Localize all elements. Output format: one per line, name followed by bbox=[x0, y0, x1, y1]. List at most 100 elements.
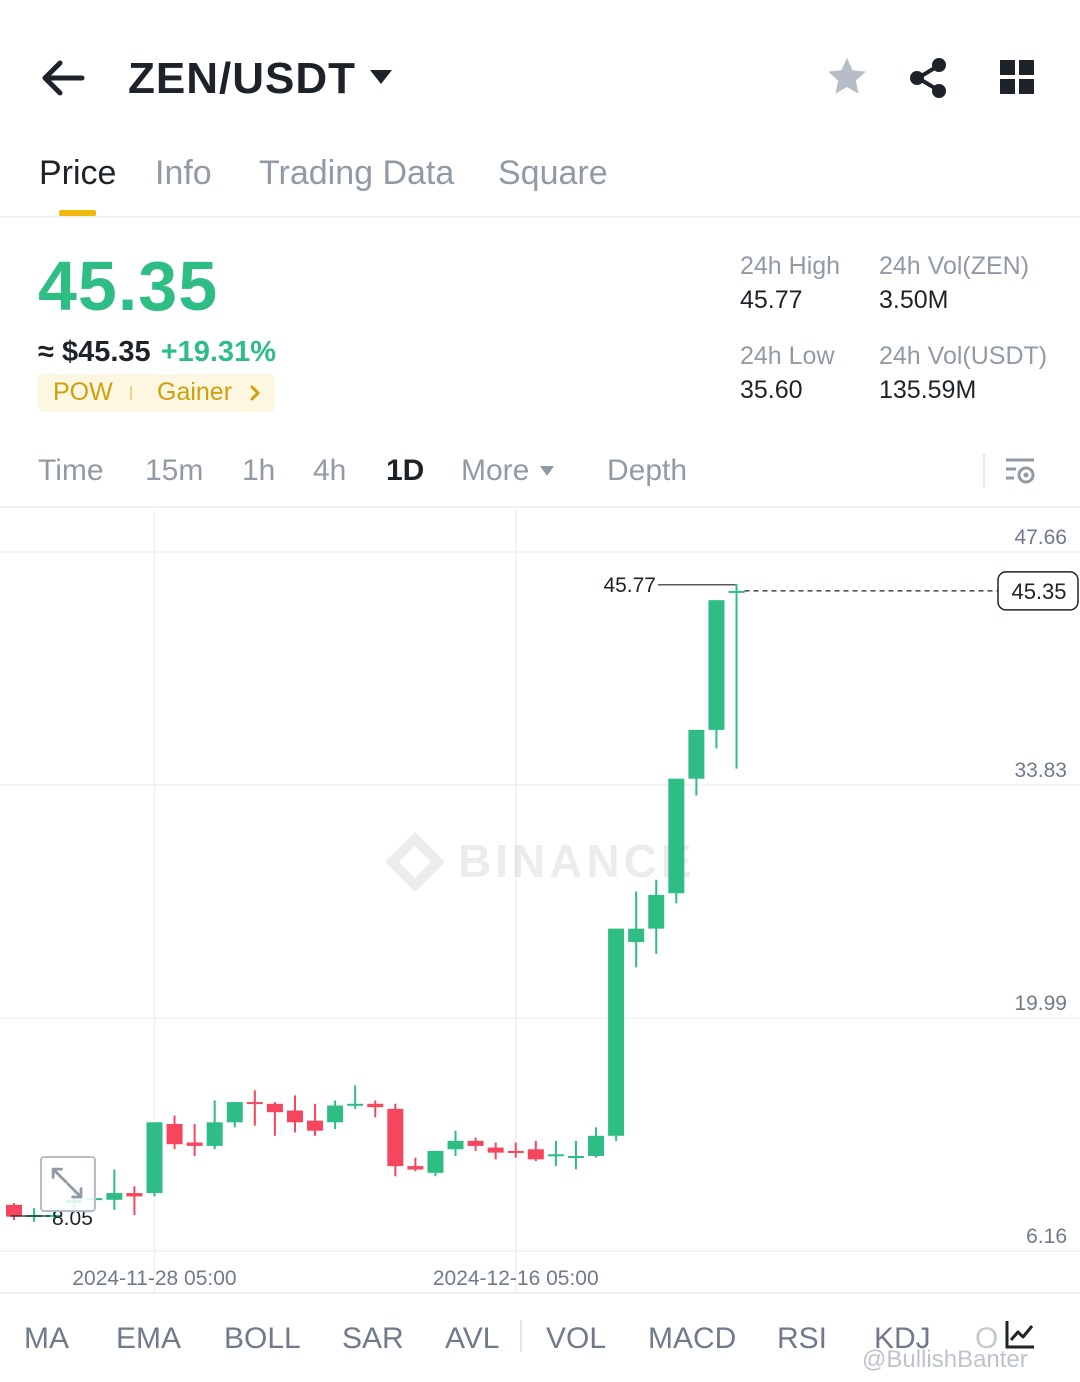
binance-logo-icon bbox=[385, 832, 445, 892]
pair-title[interactable]: ZEN/USDT bbox=[128, 54, 356, 104]
candle-body bbox=[507, 1150, 524, 1153]
candle-body bbox=[628, 928, 645, 943]
expand-chart-button[interactable] bbox=[40, 1156, 96, 1212]
caret-down-icon[interactable] bbox=[368, 66, 394, 88]
candle-body bbox=[527, 1149, 544, 1160]
tag-gainer[interactable]: Gainer bbox=[157, 378, 232, 407]
candle-body bbox=[427, 1150, 444, 1173]
top-bar: ZEN/USDT bbox=[0, 0, 1080, 150]
interval-1d[interactable]: 1D bbox=[386, 454, 424, 488]
candle-body bbox=[266, 1103, 283, 1113]
vol-base-value: 3.50M bbox=[879, 286, 949, 314]
candle-body bbox=[688, 729, 705, 779]
vol-quote-label: 24h Vol(USDT) bbox=[879, 342, 1048, 370]
candle-body bbox=[166, 1124, 183, 1145]
candle-body bbox=[567, 1156, 584, 1159]
candle-body bbox=[547, 1154, 564, 1157]
candle-body bbox=[447, 1140, 464, 1150]
candle-body bbox=[6, 1204, 22, 1217]
chart-canvas[interactable]: 2024-11-28 05:00 2024-12-16 05:00 47.66 33.… bbox=[0, 510, 1080, 1292]
last-price: 45.35 bbox=[38, 247, 219, 325]
main-tabs: Price Info Trading Data Square bbox=[0, 148, 1080, 218]
indicator-divider bbox=[520, 1320, 522, 1352]
share-icon[interactable] bbox=[906, 56, 950, 100]
candle-body bbox=[648, 894, 665, 929]
grid-icon[interactable] bbox=[998, 58, 1036, 96]
change-percent: +19.31% bbox=[160, 336, 276, 368]
candle-body bbox=[487, 1147, 504, 1153]
indicator-boll[interactable]: BOLL bbox=[224, 1322, 301, 1356]
indicator-avl[interactable]: AVL bbox=[445, 1322, 499, 1356]
chevron-right-icon bbox=[250, 385, 261, 401]
interval-depth[interactable]: Depth bbox=[607, 454, 687, 488]
tab-square[interactable]: Square bbox=[498, 154, 608, 193]
arrow-left-icon[interactable] bbox=[40, 58, 86, 98]
candle-body bbox=[608, 928, 625, 1136]
x-axis-label: 2024-11-28 05:00 bbox=[72, 1267, 236, 1290]
y-axis-label: 33.83 bbox=[1014, 759, 1067, 782]
active-tab-indicator bbox=[59, 210, 96, 216]
candle-body bbox=[186, 1142, 203, 1146]
y-axis-label: 19.99 bbox=[1014, 992, 1067, 1015]
tag-row[interactable]: POW Gainer bbox=[38, 374, 275, 412]
candle-body bbox=[668, 778, 685, 894]
candle-body bbox=[708, 600, 725, 730]
high-marker-label: 45.77 bbox=[603, 574, 656, 597]
current-price-label: 45.35 bbox=[1011, 579, 1066, 604]
candle-body bbox=[327, 1105, 344, 1123]
candle-body bbox=[307, 1120, 324, 1131]
candle-body bbox=[407, 1166, 424, 1170]
low-label: 24h Low bbox=[740, 342, 835, 370]
high-label: 24h High bbox=[740, 252, 841, 280]
candle-body bbox=[226, 1102, 243, 1123]
indicator-rsi[interactable]: RSI bbox=[777, 1322, 827, 1356]
vol-base-label: 24h Vol(ZEN) bbox=[879, 252, 1030, 280]
y-axis-label: 47.66 bbox=[1014, 526, 1067, 549]
tag-pow[interactable]: POW bbox=[53, 378, 113, 407]
low-value: 35.60 bbox=[740, 376, 803, 404]
indicator-vol[interactable]: VOL bbox=[546, 1322, 606, 1356]
high-value: 45.77 bbox=[740, 286, 803, 314]
chart-settings-icon[interactable] bbox=[1002, 453, 1038, 489]
interval-1h[interactable]: 1h bbox=[242, 454, 275, 488]
candle-body bbox=[588, 1135, 605, 1157]
candlestick-chart[interactable]: 2024-11-28 05:00 2024-12-16 05:00 47.66 33.… bbox=[0, 510, 1080, 1292]
candle-body bbox=[728, 590, 745, 593]
x-axis-label: 2024-12-16 05:00 bbox=[433, 1267, 599, 1290]
fiat-price: ≈ $45.35 bbox=[38, 336, 151, 368]
candle-body bbox=[467, 1140, 484, 1146]
credit-watermark: @BullishBanter bbox=[862, 1346, 1028, 1373]
indicator-sar[interactable]: SAR bbox=[342, 1322, 404, 1356]
indicator-bar: MA EMA BOLL SAR AVL VOL MACD RSI KDJ O @… bbox=[0, 1292, 1080, 1382]
star-icon[interactable] bbox=[826, 56, 868, 98]
fiat-row: ≈ $45.35 +19.31% bbox=[38, 336, 276, 369]
indicator-ma[interactable]: MA bbox=[24, 1322, 69, 1356]
interval-time[interactable]: Time bbox=[38, 454, 104, 488]
candle-body bbox=[106, 1193, 123, 1200]
tab-price[interactable]: Price bbox=[39, 154, 116, 193]
candle-body bbox=[286, 1110, 303, 1123]
indicator-macd[interactable]: MACD bbox=[648, 1322, 736, 1356]
expand-icon bbox=[51, 1167, 83, 1199]
candle-body bbox=[347, 1103, 364, 1106]
indicator-ema[interactable]: EMA bbox=[116, 1322, 181, 1356]
candle-body bbox=[146, 1122, 163, 1194]
interval-4h[interactable]: 4h bbox=[313, 454, 346, 488]
y-axis-label: 6.16 bbox=[1026, 1225, 1067, 1248]
tab-info[interactable]: Info bbox=[155, 154, 212, 193]
interval-divider bbox=[983, 454, 985, 488]
interval-bar: Time 15m 1h 4h 1D More Depth bbox=[0, 440, 1080, 508]
candle-body bbox=[387, 1108, 404, 1167]
watermark-text: BINANCE bbox=[458, 835, 696, 887]
binance-watermark: BINANCE bbox=[385, 832, 696, 892]
vol-quote-value: 135.59M bbox=[879, 376, 977, 404]
candle-body bbox=[126, 1193, 143, 1197]
candle-body bbox=[206, 1122, 223, 1146]
tag-separator bbox=[130, 386, 132, 400]
caret-down-icon[interactable] bbox=[539, 465, 555, 477]
candle-body bbox=[246, 1102, 263, 1105]
tab-trading-data[interactable]: Trading Data bbox=[259, 154, 454, 193]
interval-15m[interactable]: 15m bbox=[145, 454, 203, 488]
candle-body bbox=[367, 1103, 384, 1108]
interval-more[interactable]: More bbox=[461, 454, 529, 488]
